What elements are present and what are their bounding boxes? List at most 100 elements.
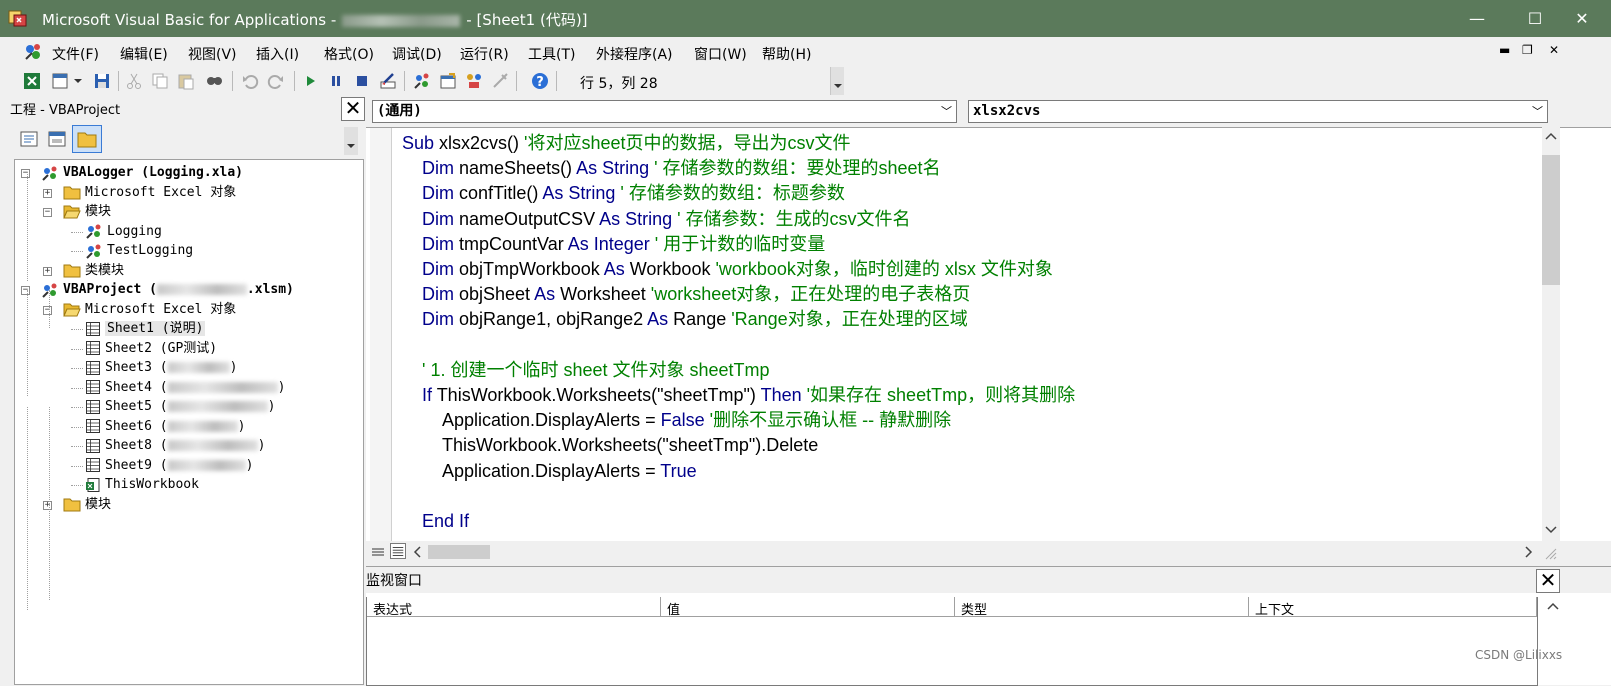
mdi-restore-button[interactable]: ❐ xyxy=(1522,43,1533,57)
close-window-button[interactable]: ✕ xyxy=(1553,0,1611,37)
code-horizontal-scrollbar[interactable] xyxy=(366,541,1611,563)
scroll-thumb[interactable] xyxy=(1542,155,1560,285)
code-line[interactable]: Sub xlsx2cvs() '将对应sheet页中的数据，导出为csv文件 xyxy=(402,132,851,154)
break-icon[interactable] xyxy=(326,71,346,91)
expand-icon[interactable]: + xyxy=(43,500,52,510)
chevron-up-icon[interactable] xyxy=(1544,131,1558,143)
hscroll-thumb[interactable] xyxy=(428,545,490,559)
paste-icon[interactable] xyxy=(176,71,196,91)
insert-module-icon[interactable] xyxy=(50,71,70,91)
module-logging[interactable]: Logging xyxy=(85,223,162,241)
collapse-icon[interactable]: − xyxy=(21,286,30,295)
code-line[interactable]: Dim objRange1, objRange2 As Range 'Range… xyxy=(422,308,968,330)
properties-icon[interactable] xyxy=(438,71,458,91)
procedure-combo[interactable]: xlsx2cvs ﹀ xyxy=(968,100,1548,123)
procedure-view-icon[interactable] xyxy=(370,545,386,559)
collapse-icon[interactable]: − xyxy=(43,305,52,315)
dropdown-icon[interactable] xyxy=(72,71,84,91)
chevron-up-icon[interactable] xyxy=(1546,601,1560,613)
redo-icon[interactable] xyxy=(266,71,286,91)
menu-item[interactable]: 视图(V) xyxy=(188,44,237,64)
folder-modules[interactable]: 模块 xyxy=(63,496,111,514)
folder-class-modules[interactable]: 类模块 xyxy=(63,262,124,280)
watch-column-type[interactable]: 类型 xyxy=(955,597,1249,618)
sheet5-item[interactable]: Sheet5 () xyxy=(85,398,275,416)
project-vbalogger[interactable]: VBALogger (Logging.xla) xyxy=(41,164,243,182)
menu-item[interactable]: 工具(T) xyxy=(528,44,575,64)
code-line[interactable]: Dim confTitle() As String ' 存储参数的数组：标题参数 xyxy=(422,182,845,204)
sheet1-item[interactable]: Sheet1 (说明) xyxy=(85,320,206,338)
project-explorer-icon[interactable] xyxy=(412,71,432,91)
excel-icon[interactable] xyxy=(22,71,42,91)
folder-excel-objects[interactable]: Microsoft Excel 对象 xyxy=(63,184,236,202)
mdi-close-button[interactable]: ✕ xyxy=(1549,43,1559,57)
sheet9-item[interactable]: Sheet9 () xyxy=(85,457,253,475)
menu-item[interactable]: 文件(F) xyxy=(52,44,99,64)
thisworkbook-item[interactable]: ThisWorkbook xyxy=(85,476,199,494)
menu-item[interactable]: 运行(R) xyxy=(460,44,509,64)
menu-item[interactable]: 编辑(E) xyxy=(120,44,168,64)
undo-icon[interactable] xyxy=(240,71,260,91)
save-icon[interactable] xyxy=(92,71,112,91)
sheet6-item[interactable]: Sheet6 () xyxy=(85,418,245,436)
collapse-icon[interactable]: − xyxy=(43,208,52,217)
sheet2-item[interactable]: Sheet2 (GP测试) xyxy=(85,340,217,358)
watch-column-value[interactable]: 值 xyxy=(661,597,955,618)
watch-column-expression[interactable]: 表达式 xyxy=(367,597,661,618)
mdi-minimize-button[interactable]: ▬ xyxy=(1499,43,1510,57)
code-editor[interactable]: Sub xlsx2cvs() '将对应sheet页中的数据，导出为csv文件 Di… xyxy=(366,127,1611,542)
folder-modules[interactable]: 模块 xyxy=(63,203,111,221)
chevron-down-icon[interactable] xyxy=(1544,523,1558,535)
project-pane-close-button[interactable]: ✕ xyxy=(341,97,365,121)
code-line[interactable]: ' 1. 创建一个临时 sheet 文件对象 sheetTmp xyxy=(422,359,770,381)
code-line[interactable]: Dim nameSheets() As String ' 存储参数的数组：要处理… xyxy=(422,157,941,179)
object-combo[interactable]: (通用) ﹀ xyxy=(372,100,957,123)
code-line[interactable]: Application.DisplayAlerts = True xyxy=(442,460,697,482)
find-icon[interactable] xyxy=(204,71,224,91)
code-line[interactable]: ThisWorkbook.Worksheets("sheetTmp").Dele… xyxy=(442,434,818,456)
code-line[interactable]: Dim objTmpWorkbook As Workbook 'workbook… xyxy=(422,258,1053,280)
sheet3-item[interactable]: Sheet3 () xyxy=(85,359,237,377)
menu-item[interactable]: 插入(I) xyxy=(256,44,299,64)
watch-column-context[interactable]: 上下文 xyxy=(1249,597,1537,618)
expand-icon[interactable]: + xyxy=(43,188,52,198)
project-vbaproject[interactable]: VBAProject (.xlsm) xyxy=(41,281,294,299)
reset-icon[interactable] xyxy=(352,71,372,91)
code-line[interactable]: End If xyxy=(422,510,469,532)
full-module-view-icon[interactable] xyxy=(390,543,406,559)
code-margin[interactable] xyxy=(370,128,392,542)
pane-toolbar-grip[interactable] xyxy=(344,127,358,155)
code-vertical-scrollbar[interactable] xyxy=(1538,127,1611,541)
run-icon[interactable] xyxy=(300,71,320,91)
resize-grip-icon[interactable] xyxy=(1544,547,1558,561)
menu-item[interactable]: 窗口(W) xyxy=(694,44,747,64)
code-line[interactable]: Application.DisplayAlerts = False '删除不显示… xyxy=(442,409,951,431)
sheet8-item[interactable]: Sheet8 () xyxy=(85,437,265,455)
toolbox-icon[interactable] xyxy=(490,71,510,91)
folder-excel-objects[interactable]: Microsoft Excel 对象 xyxy=(63,301,236,319)
code-line[interactable]: Dim nameOutputCSV As String ' 存储参数：生成的cs… xyxy=(422,208,911,230)
menu-item[interactable]: 帮助(H) xyxy=(762,44,811,64)
module-testlogging[interactable]: TestLogging xyxy=(85,242,193,260)
expand-icon[interactable]: + xyxy=(43,266,52,276)
toolbar-overflow-grip[interactable] xyxy=(830,67,844,95)
cut-icon[interactable] xyxy=(124,71,144,91)
menu-item[interactable]: 格式(O) xyxy=(324,44,374,64)
code-line[interactable]: Dim objSheet As Worksheet 'worksheet对象，正… xyxy=(422,283,970,305)
code-line[interactable]: Dim tmpCountVar As Integer ' 用于计数的临时变量 xyxy=(422,233,825,255)
sheet4-item[interactable]: Sheet4 () xyxy=(85,379,285,397)
minimize-button[interactable]: — xyxy=(1448,0,1506,37)
menu-item[interactable]: 调试(D) xyxy=(392,44,442,64)
collapse-icon[interactable]: − xyxy=(21,169,30,178)
design-mode-icon[interactable] xyxy=(378,71,398,91)
object-browser-icon[interactable] xyxy=(464,71,484,91)
help-icon[interactable]: ? xyxy=(530,71,550,91)
menu-item[interactable]: 外接程序(A) xyxy=(596,44,673,64)
code-line[interactable]: If ThisWorkbook.Worksheets("sheetTmp") T… xyxy=(422,384,1075,406)
watch-window-close-button[interactable]: ✕ xyxy=(1536,569,1560,593)
vba-menu-icon[interactable] xyxy=(22,41,44,63)
view-object-icon[interactable] xyxy=(44,127,70,151)
chevron-left-icon[interactable] xyxy=(412,545,424,559)
copy-icon[interactable] xyxy=(150,71,170,91)
toggle-folders-button[interactable] xyxy=(72,125,102,153)
